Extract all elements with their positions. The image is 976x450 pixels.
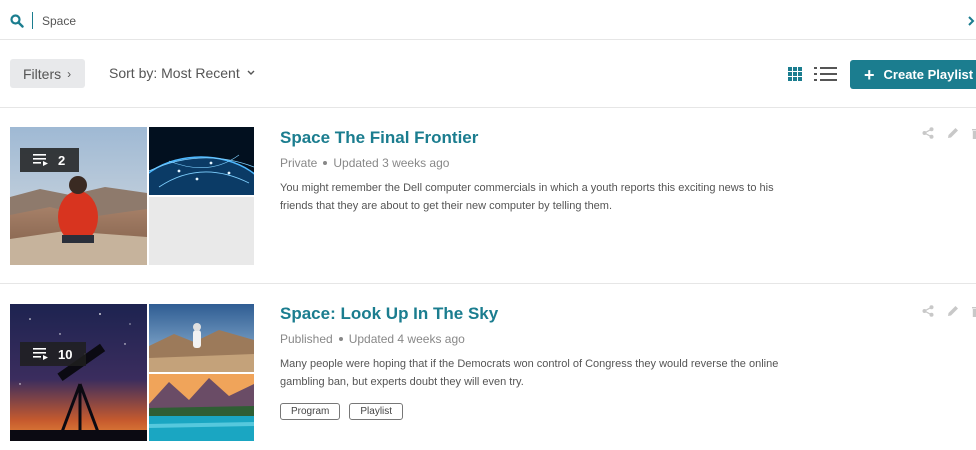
- separator-dot: [338, 337, 343, 341]
- playlist-meta: Published Updated 4 weeks ago: [280, 332, 465, 346]
- toolbar: Filters › Sort by: Most Recent + Create …: [0, 40, 976, 108]
- thumbnail-telescope-image: [10, 304, 147, 441]
- grid-view-icon[interactable]: [788, 67, 802, 81]
- thumbnail-earth-network-image: [149, 127, 254, 195]
- row-actions: [922, 127, 976, 139]
- playlist-title[interactable]: Space The Final Frontier: [280, 128, 478, 148]
- playlist-row: 10 Space: Look Up In The Sky Published U…: [0, 285, 976, 450]
- list-view-icon[interactable]: [814, 66, 837, 82]
- playlist-thumbnails[interactable]: 10: [10, 304, 254, 441]
- sort-dropdown[interactable]: Sort by: Most Recent: [109, 65, 256, 81]
- playlist-count: 10: [58, 346, 73, 362]
- sort-label: Sort by: Most Recent: [109, 65, 240, 81]
- playlist-thumbnails[interactable]: 2: [10, 127, 254, 265]
- share-icon[interactable]: [922, 127, 934, 139]
- tag-program[interactable]: Program: [280, 403, 341, 420]
- playlist-updated: Updated 4 weeks ago: [348, 332, 465, 346]
- thumbnail-astronaut-image: [149, 304, 254, 372]
- playlist-title[interactable]: Space: Look Up In The Sky: [280, 304, 498, 324]
- tag-playlist[interactable]: Playlist: [349, 403, 404, 420]
- playlist-status: Published: [280, 332, 333, 346]
- trash-icon[interactable]: [972, 127, 976, 139]
- trash-icon[interactable]: [972, 305, 976, 317]
- playlist-status: Private: [280, 156, 318, 170]
- playlist-count-badge: 2: [20, 148, 80, 172]
- create-playlist-label: Create Playlist: [883, 67, 974, 82]
- playlist-meta: Private Updated 3 weeks ago: [280, 156, 449, 170]
- plus-icon: +: [864, 64, 875, 85]
- playlist-description: Many people were hoping that if the Demo…: [280, 358, 779, 388]
- playlist-row: 2 Space The Final Frontier Private Updat…: [0, 108, 976, 284]
- playlist-description: You might remember the Dell computer com…: [280, 182, 774, 212]
- playlist-icon: [33, 348, 48, 360]
- chevron-right-icon: ›: [67, 66, 72, 81]
- create-playlist-button[interactable]: + Create Playlist: [850, 60, 976, 89]
- playlist-count: 2: [58, 152, 66, 168]
- playlist-updated: Updated 3 weeks ago: [333, 156, 450, 170]
- thumbnail-placeholder: [149, 197, 254, 265]
- edit-icon[interactable]: [947, 305, 959, 317]
- playlist-count-badge: 10: [20, 342, 87, 366]
- search-bar: Space: [0, 0, 976, 40]
- share-icon[interactable]: [922, 305, 934, 317]
- chevron-down-icon: [247, 70, 255, 75]
- edit-icon[interactable]: [947, 127, 959, 139]
- row-actions: [922, 305, 976, 317]
- search-icon[interactable]: [10, 14, 24, 28]
- filters-button[interactable]: Filters ›: [10, 59, 85, 88]
- playlist-icon: [33, 154, 48, 166]
- filters-label: Filters: [23, 65, 62, 82]
- search-input[interactable]: Space: [42, 14, 76, 28]
- thumbnail-mountain-lake-image: [149, 374, 254, 441]
- playlist-tags: Program Playlist: [280, 403, 404, 420]
- chevron-right-icon[interactable]: [966, 12, 976, 30]
- search-cursor-divider: [32, 12, 33, 29]
- separator-dot: [323, 161, 328, 165]
